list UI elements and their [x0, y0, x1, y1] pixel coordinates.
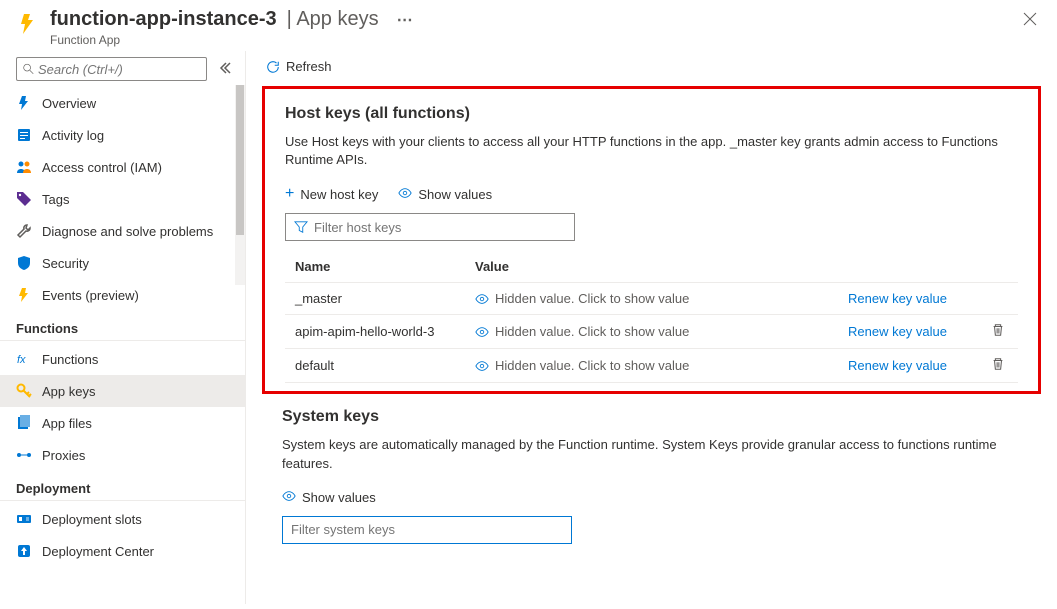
host-keys-title: Host keys (all functions) — [285, 105, 1018, 123]
shield-icon — [16, 255, 32, 271]
sidebar-item-app-files[interactable]: App files — [0, 407, 245, 439]
sidebar-item-app-keys[interactable]: App keys — [0, 375, 245, 407]
more-icon[interactable]: ⋯ — [389, 10, 421, 30]
sidebar-item-deployment-slots[interactable]: Deployment slots — [0, 503, 245, 535]
tag-icon — [16, 191, 32, 207]
sidebar-item-label: Security — [42, 256, 89, 271]
sidebar-item-label: Access control (IAM) — [42, 160, 162, 175]
eye-icon — [475, 325, 489, 339]
wrench-icon — [16, 223, 32, 239]
show-host-values-button[interactable]: Show values — [398, 186, 492, 203]
main-content: Refresh Host keys (all functions) Use Ho… — [246, 51, 1057, 604]
refresh-label: Refresh — [286, 59, 332, 74]
sidebar-item-label: Deployment slots — [42, 512, 142, 527]
sidebar-item-proxies[interactable]: Proxies — [0, 439, 245, 471]
hidden-value-button[interactable]: Hidden value. Click to show value — [475, 324, 828, 339]
sidebar-section-functions: Functions — [0, 311, 245, 341]
key-name: apim-apim-hello-world-3 — [285, 315, 465, 349]
table-row: default Hidden value. Click to show value… — [285, 349, 1018, 383]
system-keys-title: System keys — [282, 408, 1021, 426]
sidebar-section-deployment: Deployment — [0, 471, 245, 501]
slots-icon — [16, 511, 32, 527]
system-keys-section: System keys System keys are automaticall… — [246, 404, 1057, 563]
new-host-key-button[interactable]: + New host key — [285, 185, 378, 203]
search-input[interactable] — [38, 62, 200, 77]
renew-key-link[interactable]: Renew key value — [848, 291, 947, 306]
fx-icon: fx — [16, 351, 32, 367]
sidebar-item-activity-log[interactable]: Activity log — [0, 119, 245, 151]
sidebar-item-tags[interactable]: Tags — [0, 183, 245, 215]
show-system-values-label: Show values — [302, 490, 376, 505]
collapse-sidebar-icon[interactable] — [215, 58, 235, 81]
renew-key-link[interactable]: Renew key value — [848, 358, 947, 373]
sidebar-item-label: Deployment Center — [42, 544, 154, 559]
sidebar-item-label: App keys — [42, 384, 95, 399]
sidebar: Overview Activity log Access control (IAM)… — [0, 51, 246, 604]
log-icon — [16, 127, 32, 143]
key-name: default — [285, 349, 465, 383]
refresh-icon — [266, 60, 280, 74]
sidebar-item-label: Tags — [42, 192, 69, 207]
system-keys-description: System keys are automatically managed by… — [282, 436, 1021, 472]
sidebar-item-label: Diagnose and solve problems — [42, 224, 213, 239]
eye-icon — [475, 359, 489, 373]
sidebar-item-label: Events (preview) — [42, 288, 139, 303]
sidebar-item-label: Overview — [42, 96, 96, 111]
sidebar-item-label: Functions — [42, 352, 98, 367]
sidebar-item-security[interactable]: Security — [0, 247, 245, 279]
svg-text:fx: fx — [17, 354, 26, 366]
host-keys-table: Name Value _master Hidden value. Click to… — [285, 251, 1018, 383]
function-app-icon — [16, 12, 40, 36]
delete-icon[interactable] — [991, 325, 1005, 340]
sidebar-item-access-control-iam-[interactable]: Access control (IAM) — [0, 151, 245, 183]
table-row: apim-apim-hello-world-3 Hidden value. Cli… — [285, 315, 1018, 349]
delete-icon[interactable] — [991, 359, 1005, 374]
sidebar-item-label: Activity log — [42, 128, 104, 143]
hidden-value-button[interactable]: Hidden value. Click to show value — [475, 291, 828, 306]
filter-icon — [294, 220, 308, 234]
bolt-icon — [16, 95, 32, 111]
files-icon — [16, 415, 32, 431]
depcenter-icon — [16, 543, 32, 559]
sidebar-item-label: Proxies — [42, 448, 85, 463]
eye-icon — [282, 489, 296, 506]
col-value-header: Value — [465, 251, 838, 283]
eye-icon — [475, 292, 489, 306]
key-icon — [16, 383, 32, 399]
col-name-header: Name — [285, 251, 465, 283]
search-box[interactable] — [16, 57, 207, 81]
people-icon — [16, 159, 32, 175]
close-icon[interactable] — [1019, 8, 1041, 35]
proxy-icon — [16, 447, 32, 463]
eye-icon — [398, 186, 412, 203]
sidebar-item-events-preview-[interactable]: Events (preview) — [0, 279, 245, 311]
sidebar-item-deployment-center[interactable]: Deployment Center — [0, 535, 245, 567]
filter-host-keys-box[interactable] — [285, 213, 575, 241]
filter-system-keys-input[interactable] — [291, 522, 563, 537]
renew-key-link[interactable]: Renew key value — [848, 324, 947, 339]
refresh-button[interactable]: Refresh — [266, 59, 332, 74]
new-host-key-label: New host key — [300, 187, 378, 202]
table-row: _master Hidden value. Click to show value… — [285, 283, 1018, 315]
sidebar-item-label: App files — [42, 416, 92, 431]
page-name: App keys — [296, 8, 378, 30]
plus-icon: + — [285, 185, 294, 203]
sidebar-item-functions[interactable]: fx Functions — [0, 343, 245, 375]
filter-system-keys-box[interactable] — [282, 516, 572, 544]
search-icon — [23, 63, 34, 75]
hidden-value-button[interactable]: Hidden value. Click to show value — [475, 358, 828, 373]
sidebar-item-diagnose-and-solve-problems[interactable]: Diagnose and solve problems — [0, 215, 245, 247]
show-values-label: Show values — [418, 187, 492, 202]
filter-host-keys-input[interactable] — [314, 220, 566, 235]
key-name: _master — [285, 283, 465, 315]
host-keys-section: Host keys (all functions) Use Host keys … — [262, 86, 1041, 394]
app-name: function-app-instance-3 — [50, 8, 277, 31]
host-keys-description: Use Host keys with your clients to acces… — [285, 133, 1018, 169]
resource-type: Function App — [50, 33, 1019, 47]
events-icon — [16, 287, 32, 303]
header-title-block: function-app-instance-3 | App keys ⋯ Fun… — [50, 8, 1019, 47]
show-system-values-button[interactable]: Show values — [282, 489, 376, 506]
sidebar-item-overview[interactable]: Overview — [0, 87, 245, 119]
scrollbar-thumb[interactable] — [236, 85, 244, 235]
